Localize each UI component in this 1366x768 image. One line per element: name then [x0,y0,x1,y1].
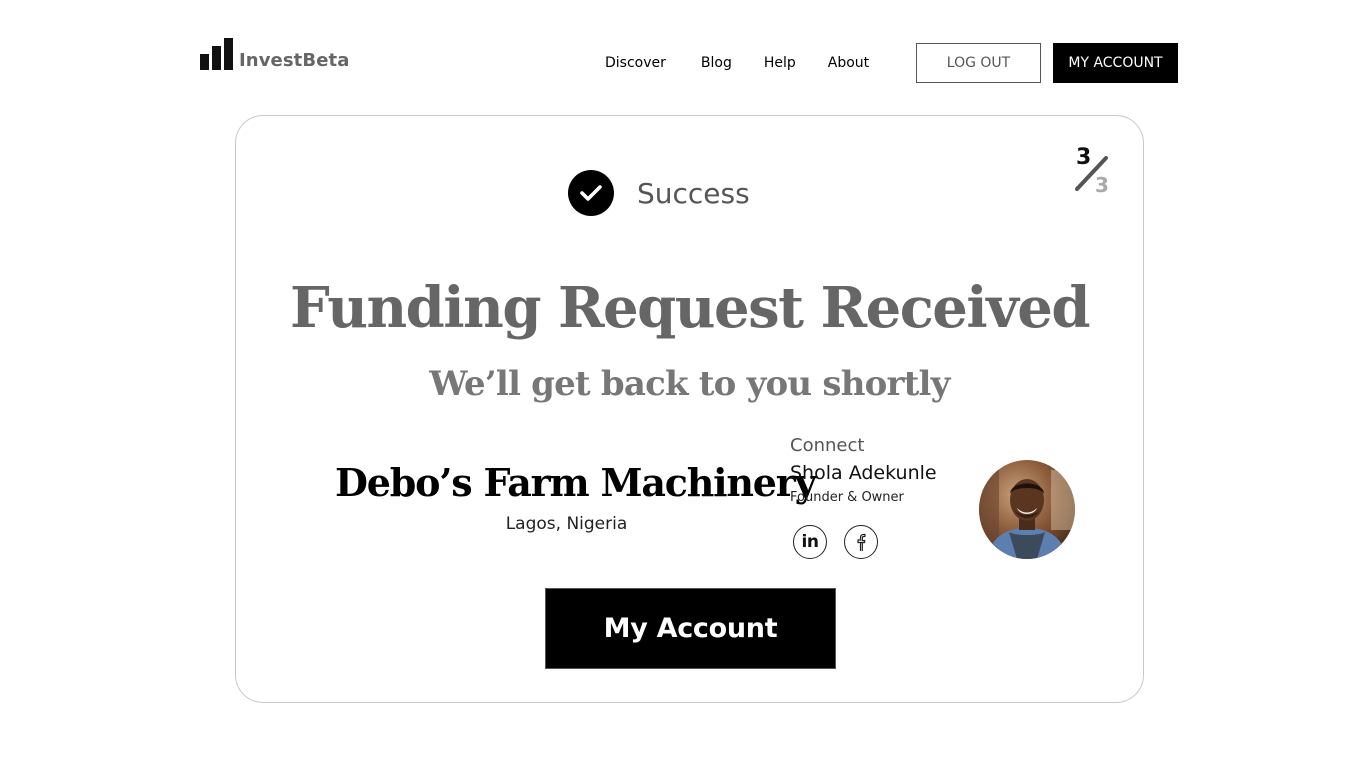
bar-chart-logo-icon [200,38,233,70]
checkmark-icon [568,170,614,216]
success-label: Success [637,176,750,210]
linkedin-button[interactable]: in [793,525,827,559]
facebook-icon [857,533,866,552]
page-title: Funding Request Received [289,275,1091,341]
linkedin-icon: in [801,532,819,552]
step-indicator: 3 3 [1070,145,1114,199]
step-total: 3 [1095,173,1109,197]
nav-link-discover[interactable]: Discover [605,53,666,73]
nav-link-blog[interactable]: Blog [701,53,732,73]
nav-link-about[interactable]: About [828,53,869,73]
logo-text: InvestBeta [239,50,350,71]
my-account-button[interactable]: My Account [545,588,836,669]
main-nav: Discover Blog Help About [605,53,869,73]
business-name: Debo’s Farm Machinery [335,460,817,505]
page-subtitle: We’ll get back to you shortly [429,364,950,404]
connect-label: Connect [790,435,865,456]
owner-role: Founder & Owner [790,490,904,505]
owner-avatar [979,460,1075,559]
success-status: Success [568,170,750,216]
business-location: Lagos, Nigeria [505,514,628,534]
investbeta-logo[interactable]: InvestBeta [200,36,350,71]
owner-name: Shola Adekunle [790,462,937,484]
nav-link-help[interactable]: Help [764,53,796,73]
facebook-button[interactable] [844,525,878,559]
logout-button[interactable]: LOG OUT [916,43,1041,83]
my-account-header-button[interactable]: MY ACCOUNT [1053,43,1178,83]
